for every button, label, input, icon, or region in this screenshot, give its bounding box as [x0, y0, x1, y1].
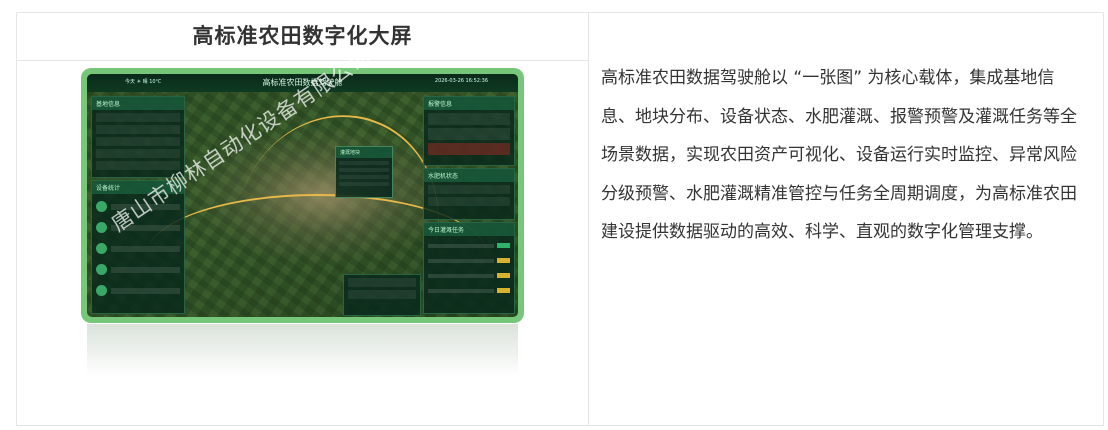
alarm-item — [428, 113, 510, 125]
panel-title: 今日灌溉任务 — [424, 223, 514, 236]
task-item — [428, 270, 510, 281]
device-icon — [96, 201, 107, 212]
legend-row — [348, 278, 416, 287]
info-row — [96, 113, 180, 122]
task-item — [428, 240, 510, 251]
device-icon — [96, 222, 107, 233]
card-title: 高标准农田数字化大屏 — [17, 13, 588, 61]
panel-title: 报警信息 — [424, 97, 514, 110]
info-row — [96, 161, 180, 170]
image-column: 高标准农田数字化大屏 今天 ☀ 晴 10℃ 高标准农田数据驾驶舱 2026-03… — [17, 13, 589, 425]
panel-title: 水肥机状态 — [424, 169, 514, 182]
panel-title: 基地信息 — [92, 97, 184, 110]
legend-row — [348, 290, 416, 299]
task-item — [428, 285, 510, 296]
alarm-panel: 报警信息 — [423, 96, 515, 166]
device-reflection — [87, 324, 518, 376]
description-text: 高标准农田数据驾驶舱以 “一张图” 为核心载体，集成基地信息、地块分布、设备状态… — [601, 68, 1077, 242]
stat-row — [96, 240, 180, 257]
device-icon — [96, 285, 107, 296]
fertigation-panel: 水肥机状态 — [423, 168, 515, 220]
popup-title: 灌溉地块 — [336, 147, 392, 158]
alarm-item — [428, 143, 510, 155]
alarm-item — [428, 128, 510, 140]
info-row — [96, 149, 180, 158]
tasks-panel: 今日灌溉任务 — [423, 222, 515, 314]
popup-row — [339, 161, 389, 165]
info-row — [96, 125, 180, 134]
task-item — [428, 255, 510, 266]
popup-row — [339, 168, 389, 172]
content-card: 高标准农田数字化大屏 今天 ☀ 晴 10℃ 高标准农田数据驾驶舱 2026-03… — [16, 12, 1104, 426]
legend-panel — [343, 274, 421, 316]
device-icon — [96, 243, 107, 254]
plot-popup: 灌溉地块 — [335, 146, 393, 198]
stat-row — [96, 261, 180, 278]
datetime-text: 2026-03-26 16:52:36 — [434, 78, 488, 84]
status-row — [428, 185, 510, 194]
base-info-panel: 基地信息 — [91, 96, 185, 178]
stat-row — [96, 282, 180, 299]
popup-row — [339, 175, 389, 179]
info-row — [96, 137, 180, 146]
popup-row — [339, 182, 389, 186]
status-row — [428, 197, 510, 206]
device-icon — [96, 264, 107, 275]
